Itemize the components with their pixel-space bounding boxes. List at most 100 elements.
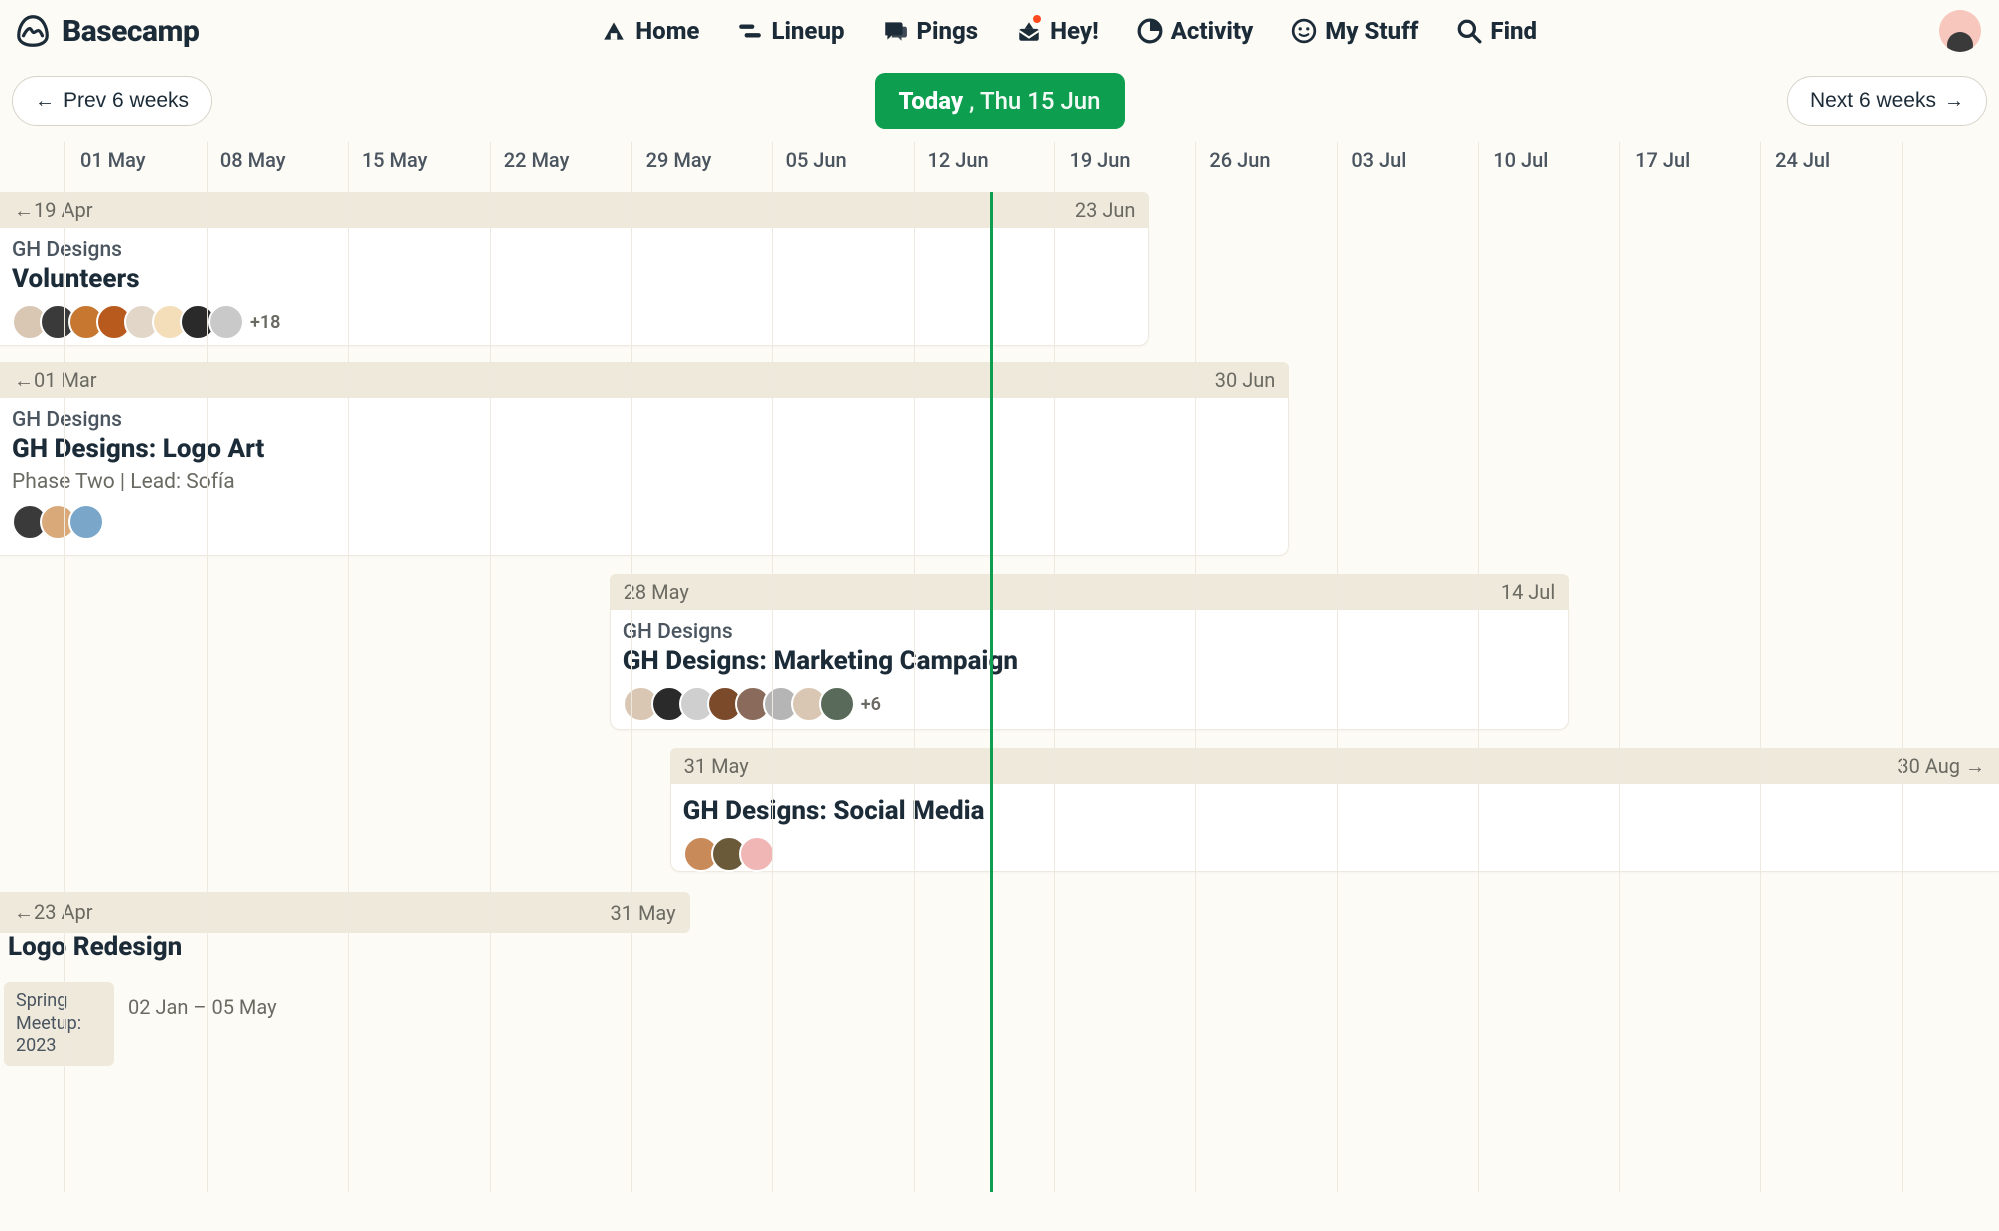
gridline xyxy=(772,192,773,1192)
date-tick: 10 Jul xyxy=(1493,148,1548,172)
gridline xyxy=(1902,192,1903,1192)
nav-find[interactable]: Find xyxy=(1456,17,1537,45)
event-title: GH Designs: Social Media xyxy=(683,796,1987,826)
event-avatars xyxy=(12,504,1276,540)
event-group: GH Designs xyxy=(12,408,1276,432)
nav-hey[interactable]: Hey! xyxy=(1016,17,1099,45)
date-tick: 01 May xyxy=(80,148,146,172)
avatar xyxy=(819,686,855,722)
event-title: GH Designs: Logo Art xyxy=(12,434,1276,464)
date-tick: 29 May xyxy=(646,148,712,172)
date-tick: 15 May xyxy=(362,148,428,172)
date-tick: 26 Jun xyxy=(1209,148,1270,172)
event-start-date: 28 May xyxy=(624,580,689,604)
avatar xyxy=(208,304,244,340)
event-marketing-header[interactable]: 28 May 14 Jul xyxy=(610,574,1570,610)
activity-icon xyxy=(1137,18,1163,44)
nav-activity-label: Activity xyxy=(1171,17,1254,45)
gridline xyxy=(1760,142,1761,192)
event-meetup-line2: Meetup: 2023 xyxy=(16,1013,102,1058)
event-end-date: 31 May xyxy=(611,901,676,925)
nav-home-label: Home xyxy=(635,17,699,45)
gridline xyxy=(1902,142,1903,192)
gridline xyxy=(490,192,491,1192)
gridline xyxy=(914,142,915,192)
mystuff-icon xyxy=(1291,18,1317,44)
nav-lineup-label: Lineup xyxy=(771,17,844,45)
gridline xyxy=(631,192,632,1192)
event-redesign-header[interactable]: ←23 Apr 31 May xyxy=(0,892,690,933)
event-start-date: 31 May xyxy=(684,754,749,778)
event-meetup-line1: Spring xyxy=(16,990,102,1013)
event-volunteers-header[interactable]: ←19 Apr 23 Jun xyxy=(0,192,1149,228)
gridline xyxy=(914,192,915,1192)
event-social-header[interactable]: 31 May 30 Aug → xyxy=(670,748,1999,784)
event-volunteers-body[interactable]: GH Designs Volunteers +18 xyxy=(0,228,1149,346)
today-indicator[interactable]: Today, Thu 15 Jun xyxy=(874,73,1124,129)
event-redesign-title[interactable]: Logo Redesign xyxy=(8,932,182,962)
lineup-icon xyxy=(737,18,763,44)
today-strong: Today xyxy=(898,87,963,115)
gridline xyxy=(207,142,208,192)
event-meetup-pill[interactable]: Spring Meetup: 2023 xyxy=(4,982,114,1066)
event-logoart-body[interactable]: GH Designs GH Designs: Logo Art Phase Tw… xyxy=(0,398,1289,556)
timeline-lanes: ←19 Apr 23 Jun GH Designs Volunteers +18… xyxy=(0,192,1999,1192)
event-meetup-dates: 02 Jan – 05 May xyxy=(128,995,277,1019)
gridline xyxy=(348,192,349,1192)
brand-logo[interactable]: Basecamp xyxy=(14,12,199,50)
event-title: Volunteers xyxy=(12,264,1136,294)
event-group: GH Designs xyxy=(623,620,1557,644)
arrow-left-icon: ← xyxy=(35,90,55,113)
gridline xyxy=(490,142,491,192)
home-icon xyxy=(601,18,627,44)
gridline xyxy=(207,192,208,1192)
date-tick: 22 May xyxy=(504,148,570,172)
event-avatars: +6 xyxy=(623,686,1557,722)
event-end-date: 30 Aug → xyxy=(1897,754,1985,779)
event-start-date: ←23 Apr xyxy=(14,900,93,925)
gridline xyxy=(1337,142,1338,192)
main-nav: Home Lineup Pings Hey! Activity My Stuff… xyxy=(199,17,1939,45)
nav-pings[interactable]: Pings xyxy=(882,17,978,45)
today-line xyxy=(990,192,993,1192)
date-tick: 17 Jul xyxy=(1635,148,1690,172)
date-tick: 24 Jul xyxy=(1775,148,1830,172)
event-social-body[interactable]: GH Designs: Social Media xyxy=(670,784,1999,872)
event-start-date: ←01 Mar xyxy=(14,368,97,393)
next-weeks-label: Next 6 weeks xyxy=(1810,89,1936,113)
nav-lineup[interactable]: Lineup xyxy=(737,17,844,45)
event-end-date: 14 Jul xyxy=(1501,580,1555,604)
gridline xyxy=(348,142,349,192)
gridline xyxy=(1054,192,1055,1192)
topbar: Basecamp Home Lineup Pings Hey! Activity… xyxy=(0,0,1999,58)
next-weeks-button[interactable]: Next 6 weeks → xyxy=(1787,76,1987,126)
nav-mystuff[interactable]: My Stuff xyxy=(1291,17,1418,45)
avatar xyxy=(739,836,775,872)
event-start-date: ←19 Apr xyxy=(14,198,93,223)
gridline xyxy=(1054,142,1055,192)
gridline xyxy=(64,192,65,1192)
gridline xyxy=(1478,192,1479,1192)
avatar-more-count: +18 xyxy=(250,312,280,333)
event-logoart-header[interactable]: ←01 Mar 30 Jun xyxy=(0,362,1289,398)
gridline xyxy=(64,142,65,192)
date-tick: 19 Jun xyxy=(1069,148,1130,172)
nav-hey-label: Hey! xyxy=(1050,17,1099,45)
event-avatars: +18 xyxy=(12,304,1136,340)
event-end-date: 30 Jun xyxy=(1215,368,1276,392)
date-tick: 03 Jul xyxy=(1351,148,1406,172)
nav-activity[interactable]: Activity xyxy=(1137,17,1254,45)
nav-pings-label: Pings xyxy=(916,17,978,45)
avatar-more-count: +6 xyxy=(861,694,881,715)
event-subline: Phase Two | Lead: Sofía xyxy=(12,470,1276,494)
gridline xyxy=(1337,192,1338,1192)
user-avatar[interactable] xyxy=(1939,10,1981,52)
nav-home[interactable]: Home xyxy=(601,17,699,45)
event-marketing-body[interactable]: GH Designs GH Designs: Marketing Campaig… xyxy=(610,610,1570,730)
prev-weeks-button[interactable]: ← Prev 6 weeks xyxy=(12,76,212,126)
gridline xyxy=(1478,142,1479,192)
timeline-toolbar: ← Prev 6 weeks Today, Thu 15 Jun Next 6 … xyxy=(0,58,1999,136)
nav-mystuff-label: My Stuff xyxy=(1325,17,1418,45)
gridline xyxy=(1195,142,1196,192)
basecamp-logo-icon xyxy=(14,12,52,50)
